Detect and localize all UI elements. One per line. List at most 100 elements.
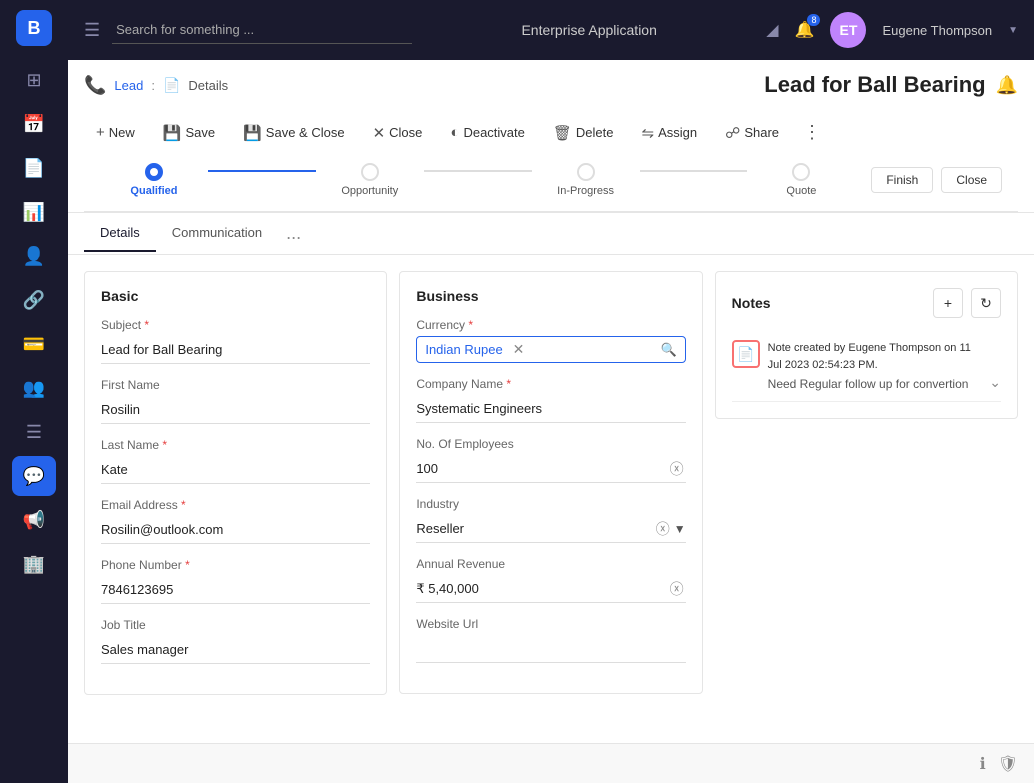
note-expand-icon[interactable]: ⌄ — [989, 374, 1001, 391]
website-label: Website Url — [416, 617, 685, 631]
avatar[interactable]: ET — [830, 12, 866, 48]
notification-bell[interactable]: 🔔 8 — [795, 20, 815, 40]
pipeline-step-inprogress[interactable]: In-Progress — [532, 163, 640, 197]
username-chevron-icon[interactable]: ▼ — [1008, 25, 1018, 36]
industry-clear-icon[interactable]: ⓧ — [656, 519, 670, 539]
industry-field-group: Industry Reseller ⓧ ▼ — [416, 497, 685, 543]
form-body: Basic Subject * First Name Last Name * — [68, 255, 1034, 711]
shield-icon[interactable]: 🛡 — [998, 754, 1018, 774]
assign-button[interactable]: ⇋ Assign — [630, 118, 710, 148]
employees-clear-button[interactable]: ⓧ — [668, 457, 686, 481]
firstname-input[interactable] — [101, 396, 370, 424]
notes-add-button[interactable]: + — [933, 288, 963, 318]
delete-label: Delete — [576, 125, 614, 140]
lastname-label: Last Name * — [101, 438, 370, 452]
share-button[interactable]: ☍ Share — [713, 118, 791, 148]
sidebar: B ⊞ 📅 📄 📊 👤 🔗 💳 👥 ☰ 💬 📢 🏢 — [0, 0, 68, 783]
sidebar-item-wallet[interactable]: 💳 — [12, 324, 56, 364]
jobtitle-input[interactable] — [101, 636, 370, 664]
app-logo[interactable]: B — [16, 10, 52, 46]
sidebar-item-building[interactable]: 🏢 — [12, 544, 56, 584]
app-name: Enterprise Application — [521, 22, 656, 38]
tab-more-button[interactable]: ... — [278, 213, 309, 254]
phone-field-group: Phone Number * — [101, 558, 370, 604]
phone-input[interactable] — [101, 576, 370, 604]
lastname-field-group: Last Name * — [101, 438, 370, 484]
revenue-input[interactable] — [416, 575, 667, 602]
sidebar-item-chart[interactable]: 📊 — [12, 192, 56, 232]
info-icon[interactable]: ℹ — [980, 754, 986, 774]
revenue-clear-button[interactable]: ⓧ — [668, 577, 686, 601]
note-content: Note created by Eugene Thompson on 11 Ju… — [768, 340, 982, 391]
pipeline-step-quote[interactable]: Quote — [747, 163, 855, 197]
search-container — [112, 16, 412, 44]
pipeline-connector-2 — [424, 170, 532, 172]
employees-input[interactable] — [416, 455, 667, 482]
sidebar-item-dashboard[interactable]: ⊞ — [12, 60, 56, 100]
sidebar-item-document[interactable]: 📄 — [12, 148, 56, 188]
breadcrumb: 📞 Lead : 📄 Details — [84, 75, 228, 96]
sidebar-item-people[interactable]: 👥 — [12, 368, 56, 408]
subject-input[interactable] — [101, 336, 370, 364]
delete-button[interactable]: 🗑 Delete — [541, 118, 626, 148]
notes-header: Notes + ↻ — [732, 288, 1001, 318]
notes-refresh-button[interactable]: ↻ — [971, 288, 1001, 318]
revenue-field-group: Annual Revenue ⓧ — [416, 557, 685, 603]
currency-search-icon[interactable]: 🔍 — [660, 342, 676, 358]
sidebar-item-contacts[interactable]: 👤 — [12, 236, 56, 276]
pipeline-finish-button[interactable]: Finish — [871, 167, 933, 193]
currency-clear-icon[interactable]: ✕ — [513, 341, 525, 358]
main-area: ☰ Enterprise Application ◢ 🔔 8 ET Eugene… — [68, 0, 1034, 783]
notification-badge: 8 — [807, 14, 820, 26]
form-tabs: Details Communication ... — [68, 213, 1034, 255]
employees-field: ⓧ — [416, 455, 685, 483]
industry-field: Reseller ⓧ ▼ — [416, 515, 685, 543]
breadcrumb-details[interactable]: Details — [188, 78, 228, 93]
toolbar-more-button[interactable]: ⋮ — [795, 116, 829, 149]
sidebar-item-chat[interactable]: 💬 — [12, 456, 56, 496]
industry-chevron-icon[interactable]: ▼ — [674, 522, 686, 536]
lastname-input[interactable] — [101, 456, 370, 484]
note-text: Need Regular follow up for convertion — [768, 377, 982, 391]
employees-field-group: No. Of Employees ⓧ — [416, 437, 685, 483]
pipeline-step-qualified[interactable]: Qualified — [100, 163, 208, 197]
tab-communication[interactable]: Communication — [156, 215, 278, 252]
breadcrumb-lead[interactable]: Lead — [114, 78, 143, 93]
save-button[interactable]: 💾 Save — [151, 118, 227, 148]
new-button[interactable]: + New — [84, 118, 147, 147]
note-meta: Note created by Eugene Thompson on 11 Ju… — [768, 340, 982, 373]
subject-field-group: Subject * — [101, 318, 370, 364]
company-input[interactable] — [416, 395, 685, 423]
currency-field[interactable]: Indian Rupee ✕ 🔍 — [416, 336, 685, 363]
email-input[interactable] — [101, 516, 370, 544]
page-header-top: 📞 Lead : 📄 Details Lead for Ball Bearing… — [84, 72, 1018, 98]
deactivate-button[interactable]: ◐ Deactivate — [438, 118, 536, 147]
close-button[interactable]: ✕ Close — [361, 118, 435, 148]
employees-label: No. Of Employees — [416, 437, 685, 451]
pipeline-dot-quote — [792, 163, 810, 181]
tab-details[interactable]: Details — [84, 215, 156, 252]
menu-icon[interactable]: ☰ — [84, 20, 100, 41]
currency-label: Currency * — [416, 318, 685, 332]
pipeline-connector-3 — [640, 170, 748, 172]
page-bell-icon[interactable]: 🔔 — [996, 75, 1018, 96]
filter-icon[interactable]: ◢ — [766, 20, 778, 40]
sidebar-item-list[interactable]: ☰ — [12, 412, 56, 452]
sidebar-item-calendar[interactable]: 📅 — [12, 104, 56, 144]
sidebar-item-megaphone[interactable]: 📢 — [12, 500, 56, 540]
industry-select[interactable]: Reseller — [416, 515, 655, 542]
website-field-group: Website Url — [416, 617, 685, 663]
save-icon: 💾 — [163, 124, 182, 142]
email-field-group: Email Address * — [101, 498, 370, 544]
page-header: 📞 Lead : 📄 Details Lead for Ball Bearing… — [68, 60, 1034, 213]
notes-actions: + ↻ — [933, 288, 1001, 318]
page-title: Lead for Ball Bearing — [764, 72, 985, 98]
search-input[interactable] — [112, 16, 412, 44]
topbar-right: ◢ 🔔 8 ET Eugene Thompson ▼ — [766, 12, 1018, 48]
pipeline-step-opportunity[interactable]: Opportunity — [316, 163, 424, 197]
save-close-button[interactable]: 💾 Save & Close — [231, 118, 356, 148]
sidebar-item-network[interactable]: 🔗 — [12, 280, 56, 320]
pipeline-close-button[interactable]: Close — [941, 167, 1002, 193]
username[interactable]: Eugene Thompson — [882, 23, 992, 38]
website-input[interactable] — [416, 635, 685, 663]
